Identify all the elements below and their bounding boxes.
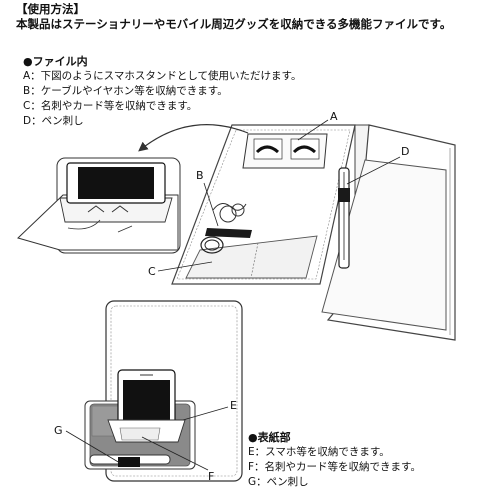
callout-c: C xyxy=(148,265,156,278)
product-illustrations xyxy=(17,119,456,482)
cover-illustration xyxy=(84,300,243,482)
callout-e: E xyxy=(230,399,237,412)
phone-stand-inset xyxy=(17,157,181,254)
callout-b: B xyxy=(196,169,204,182)
callout-g: G xyxy=(54,424,63,437)
callout-a: A xyxy=(330,110,338,123)
callout-f: F xyxy=(208,470,215,483)
callout-d: D xyxy=(401,145,410,158)
